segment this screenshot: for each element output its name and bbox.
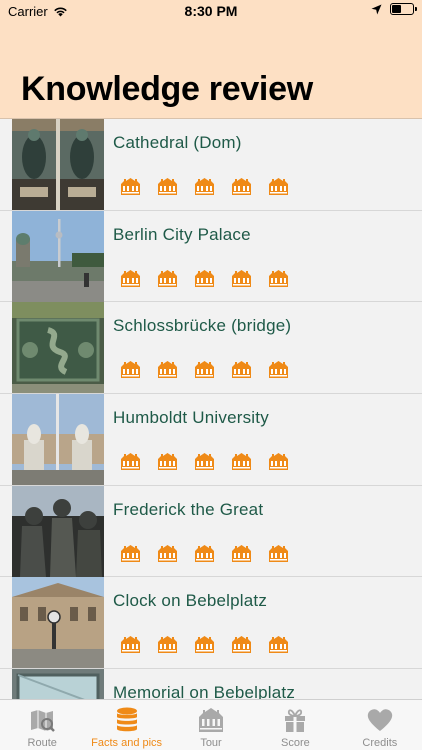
tab-bar: Route Facts and pics Tour Score Credits	[0, 699, 422, 750]
palace-score-icon	[158, 269, 177, 287]
list-item-schlossbruecke[interactable]: Schlossbrücke (bridge)	[0, 302, 422, 395]
palace-score-icon	[269, 636, 288, 654]
palace-score-icon	[195, 269, 214, 287]
building-icon	[199, 708, 224, 732]
palace-score-icon	[158, 636, 177, 654]
status-right	[371, 3, 417, 15]
palace-score-icon	[121, 544, 140, 562]
list-item-title: Clock on Bebelplatz	[113, 591, 268, 611]
page-title: Knowledge review	[21, 70, 313, 108]
palace-score-icon	[269, 453, 288, 471]
score-icons	[120, 177, 289, 196]
palace-score-icon	[158, 544, 177, 562]
score-icons	[120, 360, 289, 379]
palace-score-icon	[195, 636, 214, 654]
score-icons	[120, 544, 289, 563]
tab-score[interactable]: Score	[253, 700, 337, 750]
memorial-bebelplatz-thumbnail	[12, 669, 104, 699]
palace-score-icon	[121, 269, 140, 287]
palace-score-icon	[195, 544, 214, 562]
palace-score-icon	[158, 453, 177, 471]
palace-score-icon	[121, 178, 140, 195]
palace-score-icon	[269, 269, 288, 287]
gift-icon	[285, 709, 306, 732]
cathedral-thumbnail	[12, 119, 104, 210]
tab-credits-label: Credits	[362, 737, 398, 749]
score-icons	[120, 635, 289, 654]
frederick-the-great-thumbnail	[12, 485, 104, 577]
list-item-title: Frederick the Great	[113, 499, 264, 519]
palace-score-icon	[232, 269, 251, 287]
sights-list[interactable]: Cathedral (Dom) Berlin City Palace Schlo…	[0, 119, 422, 699]
palace-score-icon	[269, 178, 288, 195]
palace-score-icon	[232, 361, 251, 379]
tab-tour[interactable]: Tour	[169, 700, 253, 750]
clock-bebelplatz-thumbnail	[12, 577, 104, 669]
list-item-city-palace[interactable]: Berlin City Palace	[0, 210, 422, 303]
tab-facts-and-pics[interactable]: Facts and pics	[84, 700, 168, 750]
list-item-title: Schlossbrücke (bridge)	[113, 316, 292, 336]
score-icons	[120, 269, 289, 288]
list-item-title: Humboldt University	[113, 408, 269, 428]
tab-facts-and-pics-label: Facts and pics	[91, 737, 163, 749]
palace-score-icon	[232, 544, 251, 562]
tab-tour-label: Tour	[200, 737, 222, 749]
list-item-frederick-the-great[interactable]: Frederick the Great	[0, 485, 422, 578]
list-item-title: Memorial on Bebelplatz	[113, 683, 296, 699]
palace-score-icon	[195, 178, 214, 195]
list-item-humboldt-university[interactable]: Humboldt University	[0, 394, 422, 486]
header: Knowledge review	[0, 24, 422, 119]
tab-route[interactable]: Route	[0, 700, 84, 750]
score-icons	[120, 452, 289, 471]
palace-score-icon	[195, 453, 214, 471]
palace-score-icon	[158, 178, 177, 195]
palace-score-icon	[232, 178, 251, 195]
schlossbruecke-thumbnail	[12, 302, 104, 394]
palace-score-icon	[269, 544, 288, 562]
database-icon	[116, 707, 137, 732]
palace-score-icon	[158, 361, 177, 379]
list-item-memorial-bebelplatz[interactable]: Memorial on Bebelplatz	[0, 669, 422, 699]
list-item-title: Berlin City Palace	[113, 224, 251, 244]
palace-score-icon	[121, 453, 140, 471]
status-time: 8:30 PM	[184, 3, 238, 19]
location-arrow-icon	[371, 4, 382, 14]
heart-icon	[367, 709, 393, 731]
palace-score-icon	[195, 361, 214, 379]
list-item-cathedral[interactable]: Cathedral (Dom)	[0, 119, 422, 211]
list-item-title: Cathedral (Dom)	[113, 133, 242, 152]
tab-route-label: Route	[27, 737, 57, 749]
palace-score-icon	[232, 636, 251, 654]
palace-score-icon	[121, 361, 140, 379]
palace-score-icon	[269, 361, 288, 379]
tab-credits[interactable]: Credits	[338, 700, 422, 750]
palace-score-icon	[232, 453, 251, 471]
city-palace-thumbnail	[12, 210, 104, 302]
palace-score-icon	[121, 636, 140, 654]
humboldt-university-thumbnail	[12, 394, 104, 486]
battery-icon	[390, 3, 417, 15]
list-item-clock-bebelplatz[interactable]: Clock on Bebelplatz	[0, 577, 422, 670]
map-icon	[31, 710, 56, 732]
status-bar: Carrier 8:30 PM	[0, 0, 422, 24]
tab-score-label: Score	[281, 737, 310, 749]
